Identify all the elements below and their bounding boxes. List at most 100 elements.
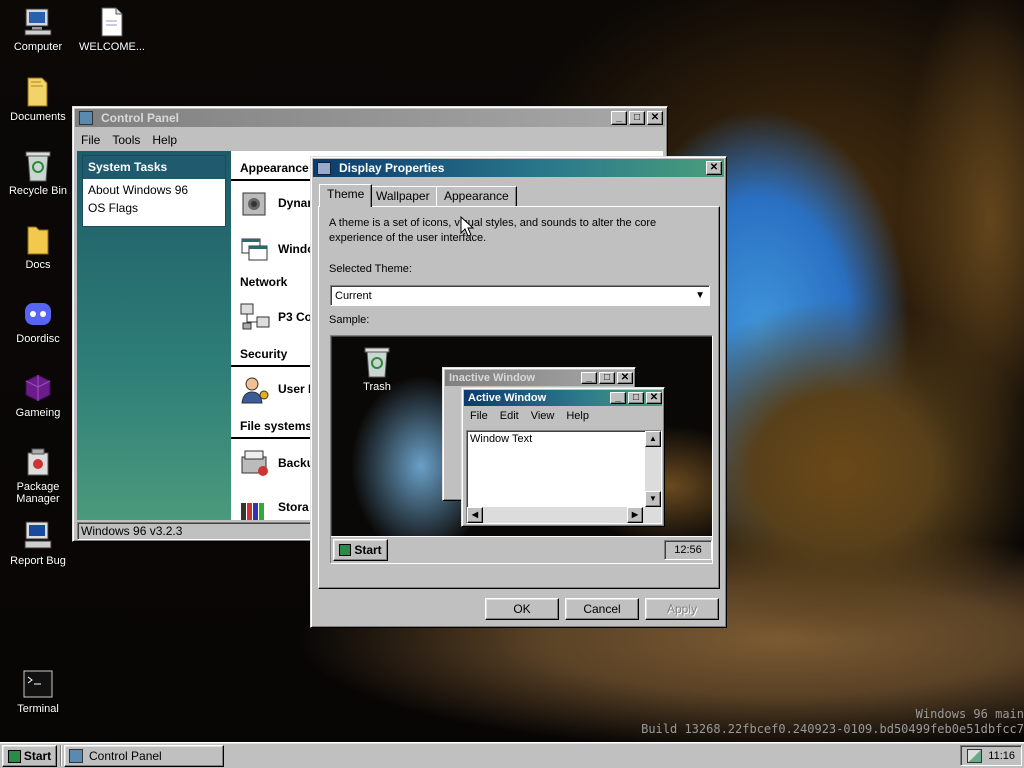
desktop-icon-label: Package Manager bbox=[16, 481, 60, 505]
desktop-icon-label: Gameing bbox=[15, 407, 61, 419]
desktop-icon-package-manager[interactable]: Package Manager bbox=[0, 446, 76, 505]
folder-icon bbox=[22, 224, 54, 256]
tab-wallpaper-label: Wallpaper bbox=[376, 189, 430, 203]
cp-item-windows[interactable]: Windo bbox=[239, 233, 315, 265]
windows-icon bbox=[241, 238, 268, 261]
dialog-close-button[interactable]: ✕ bbox=[706, 161, 722, 175]
sample-taskbar: Start 12:56 bbox=[331, 536, 712, 563]
terminal-icon bbox=[22, 668, 54, 700]
ok-button[interactable]: OK bbox=[485, 598, 559, 620]
control-panel-titlebar[interactable]: Control Panel _ □ ✕ bbox=[75, 109, 665, 127]
desktop-icon-documents[interactable]: Documents bbox=[0, 76, 76, 123]
desktop-icon-terminal[interactable]: Terminal bbox=[0, 668, 76, 715]
section-divider bbox=[231, 437, 321, 439]
display-properties-dialog[interactable]: Display Properties ✕ Theme Wallpaper App… bbox=[310, 156, 727, 628]
cp-item-storage[interactable]: Stora bbox=[239, 491, 309, 520]
status-text: Windows 96 v3.2.3 bbox=[81, 524, 183, 538]
display-properties-titlebar[interactable]: Display Properties ✕ bbox=[313, 159, 724, 177]
computer-icon bbox=[22, 6, 54, 38]
sample-window-text: Window Text bbox=[470, 433, 533, 445]
sample-active-window: Active Window _ □ ✕ File Edit View Help Wi… bbox=[461, 387, 665, 527]
cp-item-label: P3 Co bbox=[278, 310, 313, 324]
desktop-icon-recycle-bin[interactable]: Recycle Bin bbox=[0, 150, 76, 197]
scroll-down-icon: ▼ bbox=[645, 491, 661, 507]
section-divider bbox=[231, 365, 321, 367]
section-appearance: Appearance bbox=[240, 161, 309, 175]
desktop-icon-gameing[interactable]: Gameing bbox=[0, 372, 76, 419]
start-logo-icon bbox=[339, 544, 352, 556]
horizontal-scrollbar: ◀ ▶ bbox=[467, 507, 661, 523]
close-icon: ✕ bbox=[646, 392, 662, 404]
computer-icon bbox=[22, 520, 54, 552]
start-button[interactable]: Start bbox=[2, 745, 57, 767]
desktop-icon-label: Documents bbox=[10, 111, 66, 123]
watermark-line1: Windows 96 main bbox=[915, 707, 1024, 721]
sample-label: Sample: bbox=[329, 314, 370, 326]
desktop-icon-label: Computer bbox=[13, 41, 63, 53]
tab-appearance[interactable]: Appearance bbox=[436, 186, 517, 206]
desktop-icon-doordisc[interactable]: Doordisc bbox=[0, 298, 76, 345]
minimize-icon: _ bbox=[581, 372, 597, 384]
theme-select-value: Current bbox=[335, 289, 372, 302]
menu-tools[interactable]: Tools bbox=[112, 133, 140, 147]
section-divider bbox=[231, 179, 321, 181]
apply-button[interactable]: Apply bbox=[645, 598, 719, 620]
task-about[interactable]: About Windows 96 bbox=[83, 179, 225, 197]
taskbar: Start Control Panel 11:16 bbox=[0, 742, 1024, 768]
section-network: Network bbox=[240, 275, 288, 289]
cancel-button[interactable]: Cancel bbox=[565, 598, 639, 620]
start-logo-icon bbox=[7, 749, 21, 763]
folder-icon bbox=[22, 76, 54, 108]
close-button[interactable]: ✕ bbox=[647, 111, 663, 125]
cp-item-dynamic[interactable]: Dynan bbox=[239, 187, 315, 219]
backup-icon bbox=[241, 450, 268, 476]
network-tray-icon[interactable] bbox=[967, 748, 982, 763]
scroll-right-icon: ▶ bbox=[627, 507, 643, 523]
sample-menu-item: Edit bbox=[499, 410, 519, 422]
tab-theme-label: Theme bbox=[327, 187, 365, 201]
cp-item-label: User I bbox=[278, 382, 312, 396]
apply-label: Apply bbox=[666, 602, 698, 616]
menu-help[interactable]: Help bbox=[152, 133, 177, 147]
maximize-button[interactable]: □ bbox=[629, 111, 645, 125]
sample-start-button: Start bbox=[333, 539, 388, 561]
user-key-icon bbox=[241, 377, 269, 404]
sample-menu-item: Help bbox=[566, 410, 589, 422]
menu-file[interactable]: File bbox=[81, 133, 100, 147]
game-cube-icon bbox=[22, 372, 54, 404]
taskbar-task-control-panel[interactable]: Control Panel bbox=[64, 745, 224, 767]
cp-item-backup[interactable]: Backu bbox=[239, 447, 314, 479]
dialog-title: Display Properties bbox=[339, 161, 445, 175]
section-file-systems: File systems bbox=[240, 419, 313, 433]
desktop-icon-label: Doordisc bbox=[16, 333, 60, 345]
cancel-label: Cancel bbox=[583, 602, 621, 616]
theme-description: A theme is a set of icons, visual styles… bbox=[329, 217, 657, 244]
start-label: Start bbox=[23, 749, 52, 763]
theme-select[interactable]: Current ▼ bbox=[330, 285, 710, 306]
task-os-flags[interactable]: OS Flags bbox=[83, 197, 225, 215]
sample-text-area: Window Text ▲ ▼ ◀ ▶ bbox=[466, 430, 662, 524]
tab-strip: Theme Wallpaper Appearance bbox=[319, 184, 719, 208]
sample-start-label: Start bbox=[354, 543, 382, 557]
cp-item-label: Backu bbox=[278, 456, 315, 470]
desktop-icon-label: Report Bug bbox=[10, 555, 66, 567]
tab-wallpaper[interactable]: Wallpaper bbox=[368, 186, 438, 206]
section-security: Security bbox=[240, 347, 288, 361]
desktop-icon-report-bug[interactable]: Report Bug bbox=[0, 520, 76, 567]
package-icon bbox=[22, 446, 54, 478]
desktop-icon-label: Terminal bbox=[17, 703, 59, 715]
tab-theme[interactable]: Theme bbox=[319, 184, 373, 207]
taskbar-divider bbox=[60, 745, 62, 766]
sample-menu-item: View bbox=[530, 410, 555, 422]
cp-item-users[interactable]: User I bbox=[239, 373, 311, 405]
tray-clock[interactable]: 11:16 bbox=[988, 750, 1015, 762]
cp-item-p3[interactable]: P3 Co bbox=[239, 301, 312, 333]
desktop-icon-computer[interactable]: Computer bbox=[0, 6, 76, 53]
storage-icon bbox=[241, 503, 264, 520]
sample-inactive-titlebar: Inactive Window _ □ ✕ bbox=[445, 370, 633, 386]
minimize-button[interactable]: _ bbox=[611, 111, 627, 125]
watermark-line2: Build 13268.22fbcef0.240923-0109.bd50499… bbox=[641, 722, 1024, 736]
desktop-icon-docs[interactable]: Docs bbox=[0, 224, 76, 271]
selected-theme-label: Selected Theme: bbox=[329, 263, 412, 275]
desktop-icon-welcome[interactable]: WELCOME... bbox=[74, 6, 150, 53]
